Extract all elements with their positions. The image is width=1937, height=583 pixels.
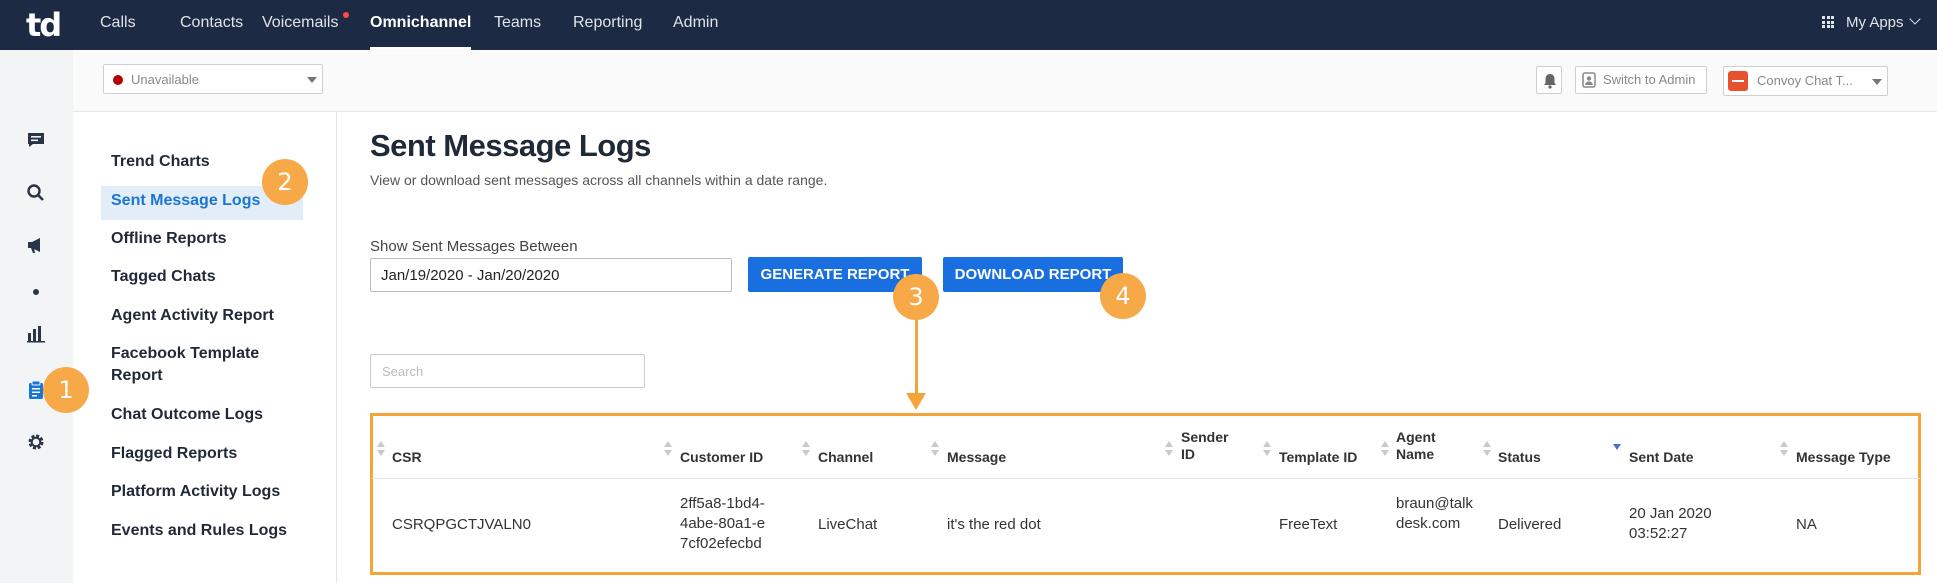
icon-rail (0, 50, 73, 583)
column-header-sent-date[interactable]: Sent Date (1629, 449, 1694, 466)
nav-reporting[interactable]: Reporting (573, 0, 642, 50)
bar-chart-icon[interactable] (26, 324, 46, 344)
date-range-label: Show Sent Messages Between (370, 238, 578, 255)
chevron-down-icon[interactable] (1909, 13, 1921, 25)
chevron-down-icon (1872, 79, 1882, 85)
download-report-button[interactable]: DOWNLOAD REPORT (943, 257, 1123, 292)
nav-omnichannel[interactable]: Omnichannel (370, 0, 472, 50)
menu-offline-reports[interactable]: Offline Reports (111, 228, 227, 250)
talkdesk-logo[interactable]: td (26, 6, 62, 44)
my-apps-menu[interactable]: My Apps (1846, 0, 1904, 50)
cell-csr: CSRQPGCTJVALN0 (392, 516, 531, 533)
sort-icon[interactable] (1165, 441, 1173, 457)
callout-badge-1: 1 (43, 367, 89, 413)
callout-badge-3: 3 (893, 274, 939, 320)
gear-icon[interactable] (26, 432, 46, 452)
column-header-agent-name[interactable]: Agent Name (1396, 429, 1448, 463)
cell-customer-id: 2ff5a8-1bd4-4abe-80a1-e7cf02efecbd (680, 495, 766, 552)
cell-sent-date: 20 Jan 2020 03:52:27 (1629, 505, 1712, 542)
sort-icon[interactable] (931, 441, 939, 457)
callout-arrow-line (915, 320, 918, 396)
column-header-message-type[interactable]: Message Type (1796, 449, 1891, 466)
apps-grid-icon[interactable] (1822, 16, 1834, 28)
nav-teams[interactable]: Teams (494, 0, 541, 50)
column-header-csr[interactable]: CSR (392, 449, 422, 466)
nav-voicemails[interactable]: Voicemails (262, 0, 338, 50)
cell-agent-name: braun@talkdesk.com (1396, 495, 1473, 532)
menu-flagged-reports[interactable]: Flagged Reports (111, 443, 237, 465)
search-input[interactable] (370, 354, 645, 388)
sort-icon[interactable] (664, 441, 672, 457)
sort-icon[interactable] (1483, 441, 1491, 457)
callout-badge-2: 2 (262, 159, 308, 205)
nav-admin[interactable]: Admin (673, 0, 718, 50)
header-divider (372, 478, 1920, 479)
sort-descending-icon[interactable] (1613, 441, 1621, 457)
cell-message-type: NA (1796, 516, 1817, 533)
search-icon[interactable] (26, 183, 46, 203)
column-header-template-id[interactable]: Template ID (1279, 449, 1357, 466)
page-subtitle: View or download sent messages across al… (370, 172, 828, 188)
page-title: Sent Message Logs (370, 128, 651, 163)
nav-calls[interactable]: Calls (100, 0, 136, 50)
admin-badge-icon (1582, 72, 1596, 88)
status-indicator-dot (113, 75, 123, 85)
column-header-sender-id[interactable]: Sender ID (1181, 429, 1233, 463)
megaphone-icon[interactable] (26, 235, 46, 255)
account-dropdown[interactable]: Convoy Chat T... (1723, 66, 1888, 96)
agent-status-dropdown[interactable]: Unavailable (103, 64, 323, 94)
chevron-down-icon (307, 77, 317, 83)
cell-status: Delivered (1498, 516, 1562, 533)
switch-to-admin-button[interactable]: Switch to Admin (1575, 66, 1707, 94)
menu-facebook-template-report[interactable]: Facebook Template Report (111, 343, 281, 387)
nav-contacts[interactable]: Contacts (180, 0, 243, 50)
date-range-input[interactable] (370, 258, 732, 292)
chat-icon[interactable] (26, 130, 46, 150)
sort-icon[interactable] (802, 441, 810, 457)
cell-template-id: FreeText (1279, 516, 1338, 533)
account-label: Convoy Chat T... (1757, 73, 1853, 88)
status-label: Unavailable (131, 72, 199, 87)
menu-platform-activity-logs[interactable]: Platform Activity Logs (111, 481, 280, 503)
column-header-message[interactable]: Message (947, 449, 1006, 466)
sent-messages-table (370, 413, 1921, 575)
menu-agent-activity-report[interactable]: Agent Activity Report (111, 305, 274, 327)
sort-icon[interactable] (1381, 441, 1389, 457)
sort-icon[interactable] (1780, 441, 1788, 457)
notifications-button[interactable] (1536, 66, 1562, 94)
menu-trend-charts[interactable]: Trend Charts (111, 151, 210, 173)
voicemail-notification-dot (343, 12, 349, 18)
convoy-logo (1728, 71, 1748, 91)
callout-badge-4: 4 (1100, 273, 1146, 319)
menu-tagged-chats[interactable]: Tagged Chats (111, 266, 216, 288)
menu-events-and-rules-logs[interactable]: Events and Rules Logs (111, 520, 287, 542)
sort-icon[interactable] (377, 441, 385, 457)
column-header-channel[interactable]: Channel (818, 449, 873, 466)
dot-icon (26, 282, 46, 302)
menu-sent-message-logs[interactable]: Sent Message Logs (111, 190, 260, 212)
cell-channel: LiveChat (818, 516, 878, 533)
column-header-customer-id[interactable]: Customer ID (680, 449, 763, 466)
cell-message: it's the red dot (947, 516, 1041, 533)
switch-to-admin-label: Switch to Admin (1603, 72, 1696, 87)
menu-chat-outcome-logs[interactable]: Chat Outcome Logs (111, 404, 263, 426)
sort-icon[interactable] (1263, 441, 1271, 457)
top-navigation-bar: td Calls Contacts Voicemails Omnichannel… (0, 0, 1937, 50)
callout-arrow-head (906, 393, 926, 410)
bell-icon (1544, 74, 1556, 89)
column-header-status[interactable]: Status (1498, 449, 1541, 466)
